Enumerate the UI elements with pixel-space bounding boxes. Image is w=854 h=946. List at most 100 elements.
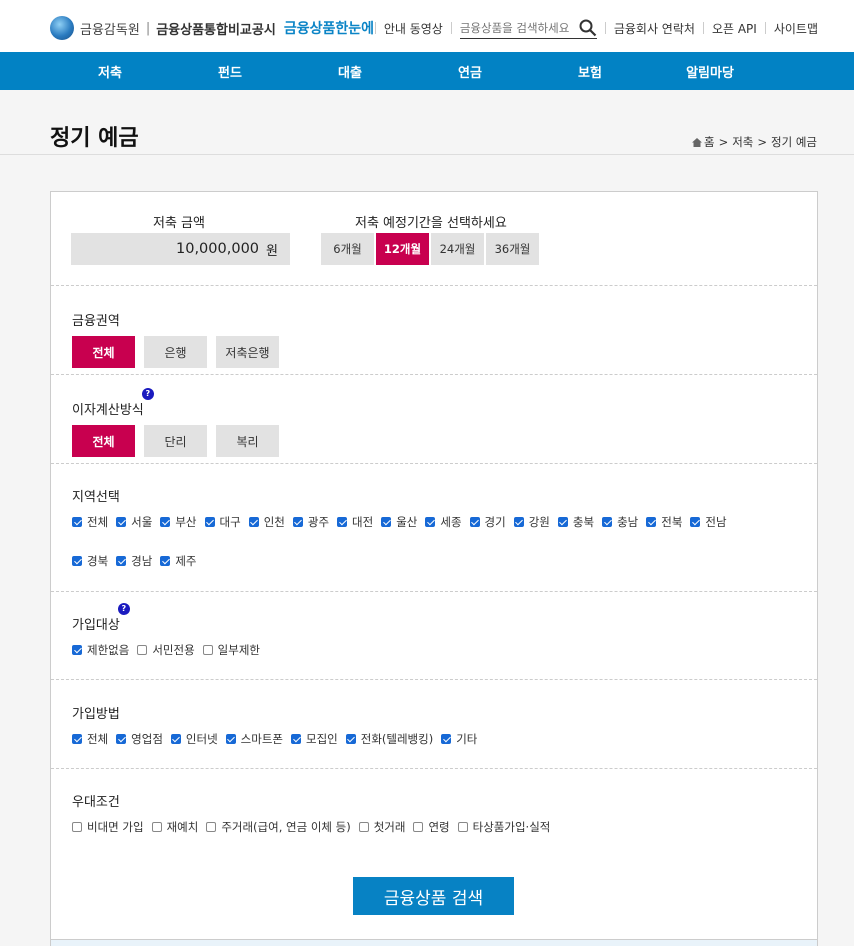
checkbox[interactable] (160, 555, 171, 566)
target-option[interactable]: 서민전용 (137, 639, 195, 660)
checkbox[interactable] (151, 821, 162, 832)
link-open-api[interactable]: 오픈 API (712, 20, 757, 37)
search-icon[interactable] (579, 19, 597, 37)
checkbox[interactable] (441, 733, 452, 744)
checkbox[interactable] (72, 644, 82, 655)
home-icon (691, 137, 702, 147)
region-option[interactable]: 경북 (72, 550, 108, 571)
checkbox[interactable] (72, 733, 82, 744)
sector-bank-button[interactable]: 은행 (144, 336, 207, 368)
region-option[interactable]: 전북 (646, 511, 682, 532)
checkbox[interactable] (72, 555, 82, 566)
product-search-button[interactable]: 금융상품 검색 (353, 877, 514, 915)
region-option[interactable]: 전남 (690, 511, 727, 532)
region-option[interactable]: 강원 (513, 511, 550, 532)
target-option[interactable]: 제한없음 (72, 639, 129, 660)
checkbox[interactable] (170, 733, 181, 744)
checkbox[interactable] (206, 821, 217, 832)
site-logo[interactable]: 금융감독원 | 금융상품통합비교공시 금융상품한눈에 (50, 16, 374, 40)
period-36m-button[interactable]: 36개월 (486, 233, 539, 265)
nav-savings[interactable]: 저축 (50, 62, 170, 81)
method-option[interactable]: 모집인 (291, 728, 338, 749)
region-option[interactable]: 충남 (602, 511, 638, 532)
checkbox[interactable] (425, 516, 436, 527)
sector-all-button[interactable]: 전체 (72, 336, 135, 368)
checkbox[interactable] (292, 516, 303, 527)
checkbox[interactable] (248, 516, 259, 527)
checkbox[interactable] (690, 516, 701, 527)
link-contacts[interactable]: 금융회사 연락처 (614, 20, 695, 37)
region-option[interactable]: 대구 (204, 511, 241, 532)
region-option[interactable]: 대전 (337, 511, 373, 532)
breadcrumb-current[interactable]: 정기 예금 (771, 134, 817, 150)
period-24m-button[interactable]: 24개월 (431, 233, 484, 265)
period-6m-button[interactable]: 6개월 (321, 233, 374, 265)
checkbox-label: 스마트폰 (240, 731, 283, 746)
nav-pension[interactable]: 연금 (410, 62, 530, 81)
checkbox[interactable] (291, 733, 301, 744)
checkbox[interactable] (116, 555, 127, 566)
region-option[interactable]: 충북 (557, 511, 594, 532)
region-option[interactable]: 울산 (381, 511, 417, 532)
interest-simple-button[interactable]: 단리 (144, 425, 207, 457)
checkbox[interactable] (137, 644, 148, 655)
nav-notice[interactable]: 알림마당 (650, 62, 770, 81)
help-icon[interactable]: ? (141, 388, 154, 400)
checkbox[interactable] (160, 516, 171, 527)
checkbox[interactable] (602, 516, 613, 527)
checkbox[interactable] (469, 516, 480, 527)
search-input[interactable] (459, 20, 572, 35)
checkbox[interactable] (345, 733, 356, 744)
nav-loan[interactable]: 대출 (290, 62, 410, 81)
region-option[interactable]: 부산 (160, 511, 197, 532)
checkbox[interactable] (413, 821, 424, 832)
region-option[interactable]: 서울 (116, 511, 152, 532)
method-option[interactable]: 스마트폰 (225, 728, 283, 749)
method-option[interactable]: 전체 (72, 728, 108, 749)
benefit-option[interactable]: 연령 (413, 816, 450, 837)
nav-fund[interactable]: 펀드 (170, 62, 290, 81)
checkbox[interactable] (646, 516, 657, 527)
method-option[interactable]: 영업점 (116, 728, 163, 749)
period-12m-button[interactable]: 12개월 (376, 233, 429, 265)
target-option[interactable]: 일부제한 (202, 639, 260, 660)
amount-field[interactable]: 10,000,000 원 (71, 233, 290, 265)
region-option[interactable]: 인천 (248, 511, 285, 532)
benefit-option[interactable]: 재예치 (151, 816, 198, 837)
region-option[interactable]: 경남 (116, 550, 152, 571)
method-option[interactable]: 기타 (441, 728, 477, 749)
link-sitemap[interactable]: 사이트맵 (774, 20, 818, 37)
method-option[interactable]: 인터넷 (170, 728, 218, 749)
benefit-option[interactable]: 첫거래 (358, 816, 405, 837)
checkbox[interactable] (358, 821, 369, 832)
benefit-option[interactable]: 비대면 가입 (72, 816, 144, 837)
checkbox[interactable] (381, 516, 392, 527)
checkbox[interactable] (202, 644, 213, 655)
region-option[interactable]: 제주 (160, 550, 197, 571)
region-option[interactable]: 전체 (72, 511, 108, 532)
region-option[interactable]: 경기 (469, 511, 506, 532)
breadcrumb-savings[interactable]: 저축 (732, 134, 753, 150)
benefit-option[interactable]: 주거래(급여, 연금 이체 등) (206, 816, 351, 837)
sector-savings-bank-button[interactable]: 저축은행 (216, 336, 279, 368)
checkbox[interactable] (337, 516, 348, 527)
interest-all-button[interactable]: 전체 (72, 425, 135, 457)
checkbox[interactable] (457, 821, 468, 832)
checkbox[interactable] (513, 516, 524, 527)
checkbox[interactable] (225, 733, 236, 744)
checkbox[interactable] (72, 821, 82, 832)
region-option[interactable]: 광주 (292, 511, 329, 532)
breadcrumb-home[interactable]: 홈 (704, 134, 715, 150)
help-icon[interactable]: ? (117, 603, 130, 615)
link-video[interactable]: 안내 동영상 (384, 20, 443, 37)
checkbox[interactable] (116, 733, 127, 744)
region-option[interactable]: 세종 (425, 511, 462, 532)
method-option[interactable]: 전화(텔레뱅킹) (345, 728, 433, 749)
checkbox[interactable] (72, 516, 82, 527)
checkbox[interactable] (557, 516, 568, 527)
interest-compound-button[interactable]: 복리 (216, 425, 279, 457)
benefit-option[interactable]: 타상품가입·실적 (457, 816, 550, 837)
nav-insurance[interactable]: 보험 (530, 62, 650, 81)
checkbox[interactable] (116, 516, 127, 527)
checkbox[interactable] (204, 516, 215, 527)
